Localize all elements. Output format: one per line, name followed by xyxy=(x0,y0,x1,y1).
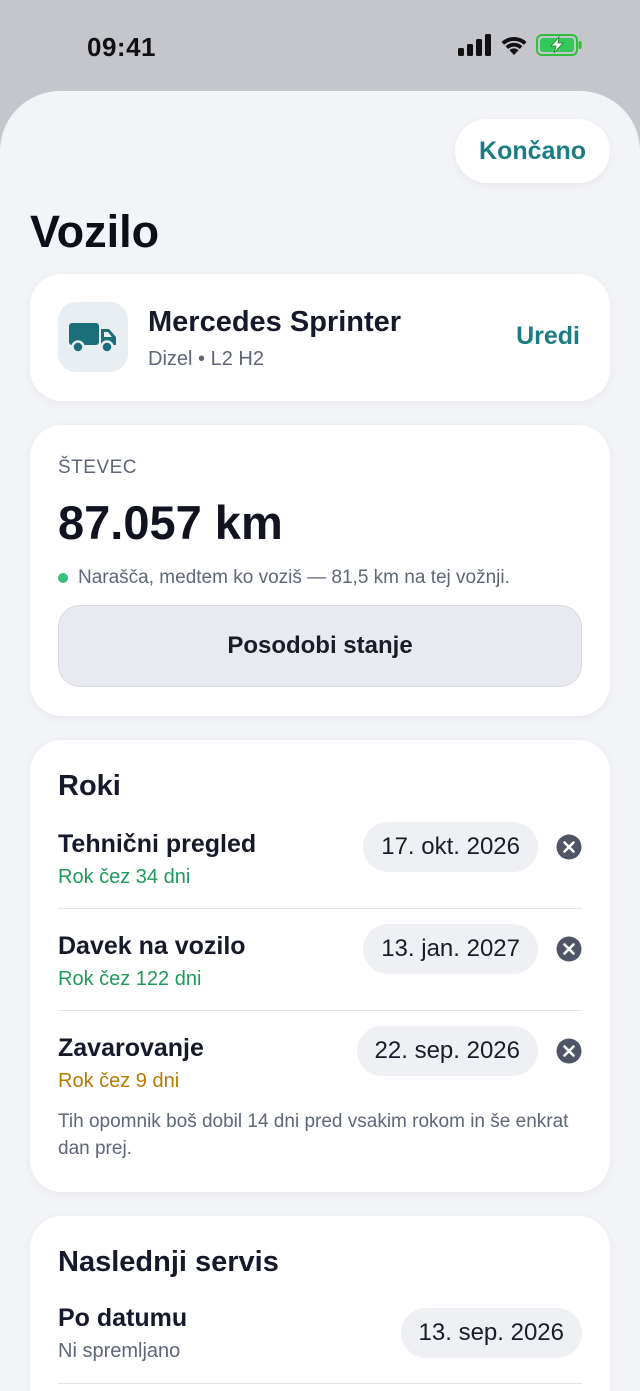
odometer-card: ŠTEVEC 87.057 km Narašča, medtem ko vozi… xyxy=(30,425,610,716)
row-divider xyxy=(58,1010,582,1011)
reminder-hint: Tih opomnik boš dobil 14 dni pred vsakim… xyxy=(58,1111,569,1159)
clear-date-icon[interactable] xyxy=(556,1038,582,1064)
wifi-icon xyxy=(501,36,527,55)
clear-date-icon[interactable] xyxy=(556,834,582,860)
deadline-date-picker[interactable]: 17. okt. 2026 xyxy=(363,822,538,872)
next-service-card: Naslednji servis Po datumu Ni spremljano… xyxy=(30,1216,610,1391)
deadlines-title: Roki xyxy=(58,770,121,802)
status-icons xyxy=(458,34,582,56)
page-title: Vozilo xyxy=(30,206,160,257)
odometer-note-text: Narašča, medtem ko voziš — 81,5 km na te… xyxy=(78,567,510,588)
deadline-title: Tehnični pregled xyxy=(58,830,257,858)
service-date-picker[interactable]: 13. sep. 2026 xyxy=(400,1308,582,1358)
clear-date-icon[interactable] xyxy=(556,936,582,962)
odometer-label: ŠTEVEC xyxy=(58,457,138,478)
deadlines-card: Roki Tehnični pregled Rok čez 34 dni 17.… xyxy=(30,740,610,1192)
deadline-row-inspection: Tehnični pregled Rok čez 34 dni 17. okt.… xyxy=(58,822,582,930)
service-by-date-label: Po datumu xyxy=(58,1304,188,1332)
row-divider xyxy=(58,1383,582,1384)
deadline-title: Davek na vozilo xyxy=(58,932,246,960)
battery-charging-icon xyxy=(536,34,582,56)
deadline-status: Rok čez 34 dni xyxy=(58,866,191,888)
truck-icon xyxy=(69,323,116,354)
vehicle-card: Mercedes Sprinter Dizel • L2 H2 Uredi xyxy=(30,274,610,401)
update-odometer-button[interactable]: Posodobi stanje xyxy=(58,605,582,687)
deadline-title: Zavarovanje xyxy=(58,1034,204,1062)
signal-icon xyxy=(458,34,491,56)
deadline-date-picker[interactable]: 13. jan. 2027 xyxy=(363,924,538,974)
deadline-status: Rok čez 9 dni xyxy=(58,1070,180,1092)
status-time: 09:41 xyxy=(87,32,156,62)
live-dot-icon xyxy=(58,573,68,583)
vehicle-sheet: Končano Vozilo Mercedes Sprinter Dizel •… xyxy=(0,91,640,1391)
done-button[interactable]: Končano xyxy=(455,119,610,183)
deadline-row-tax: Davek na vozilo Rok čez 122 dni 13. jan.… xyxy=(58,924,582,1032)
deadline-status: Rok čez 122 dni xyxy=(58,968,202,990)
row-divider xyxy=(58,908,582,909)
vehicle-details: Dizel • L2 H2 xyxy=(148,348,264,370)
edit-vehicle-button[interactable]: Uredi xyxy=(516,322,580,351)
service-by-date-status: Ni spremljano xyxy=(58,1340,181,1362)
status-bar: 09:41 xyxy=(0,0,640,92)
odometer-value: 87.057 km xyxy=(58,496,283,549)
deadline-date-picker[interactable]: 22. sep. 2026 xyxy=(356,1026,538,1076)
vehicle-thumbnail xyxy=(58,302,128,372)
odometer-note: Narašča, medtem ko voziš — 81,5 km na te… xyxy=(58,567,510,589)
vehicle-name: Mercedes Sprinter xyxy=(148,306,402,338)
next-service-title: Naslednji servis xyxy=(58,1246,279,1278)
